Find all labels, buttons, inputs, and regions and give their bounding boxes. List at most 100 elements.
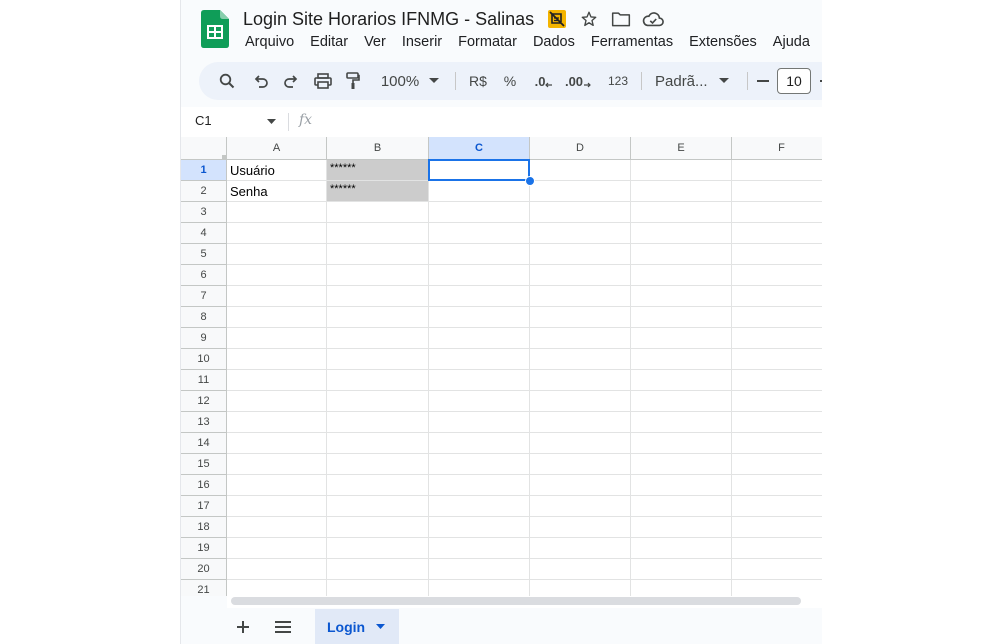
increase-font-size-button[interactable] — [815, 62, 822, 100]
cell-b16[interactable] — [327, 475, 429, 496]
cell-d13[interactable] — [530, 412, 631, 433]
cell-e11[interactable] — [631, 370, 732, 391]
cell-b3[interactable] — [327, 202, 429, 223]
cell-e3[interactable] — [631, 202, 732, 223]
cell-e13[interactable] — [631, 412, 732, 433]
cell-b13[interactable] — [327, 412, 429, 433]
cell-e19[interactable] — [631, 538, 732, 559]
cell-d8[interactable] — [530, 307, 631, 328]
search-menus-icon[interactable] — [213, 62, 241, 100]
cell-b14[interactable] — [327, 433, 429, 454]
row-header-14[interactable]: 14 — [181, 433, 227, 454]
sheet-tab-login[interactable]: Login — [315, 609, 399, 644]
menu-ver[interactable]: Ver — [356, 32, 394, 52]
cell-b10[interactable] — [327, 349, 429, 370]
menu-inserir[interactable]: Inserir — [394, 32, 450, 52]
cell-d10[interactable] — [530, 349, 631, 370]
row-header-2[interactable]: 2 — [181, 181, 227, 202]
row-header-5[interactable]: 5 — [181, 244, 227, 265]
cell-f9[interactable] — [732, 328, 822, 349]
cell-a2[interactable]: Senha — [227, 181, 327, 202]
menu-dados[interactable]: Dados — [525, 32, 583, 52]
cell-f21[interactable] — [732, 580, 822, 596]
cell-e8[interactable] — [631, 307, 732, 328]
cell-d5[interactable] — [530, 244, 631, 265]
cell-d2[interactable] — [530, 181, 631, 202]
cell-e1[interactable] — [631, 160, 732, 181]
cell-f13[interactable] — [732, 412, 822, 433]
undo-icon[interactable] — [247, 62, 275, 100]
cell-f7[interactable] — [732, 286, 822, 307]
cell-c13[interactable] — [429, 412, 530, 433]
font-family-select[interactable]: Padrã... — [649, 62, 741, 100]
cell-b17[interactable] — [327, 496, 429, 517]
cell-a12[interactable] — [227, 391, 327, 412]
menu-editar[interactable]: Editar — [302, 32, 356, 52]
cell-a19[interactable] — [227, 538, 327, 559]
cell-e9[interactable] — [631, 328, 732, 349]
fill-handle[interactable] — [525, 176, 535, 186]
sheets-logo-icon[interactable] — [201, 10, 229, 48]
cell-d19[interactable] — [530, 538, 631, 559]
cell-c4[interactable] — [429, 223, 530, 244]
cell-f5[interactable] — [732, 244, 822, 265]
menu-ajuda[interactable]: Ajuda — [765, 32, 818, 52]
font-size-input[interactable]: 10 — [777, 68, 811, 94]
sheet-tab-caret-icon[interactable] — [376, 624, 386, 629]
cell-c17[interactable] — [429, 496, 530, 517]
paint-format-icon[interactable] — [339, 62, 367, 100]
cell-b12[interactable] — [327, 391, 429, 412]
cell-f1[interactable] — [732, 160, 822, 181]
cell-a6[interactable] — [227, 265, 327, 286]
cell-b7[interactable] — [327, 286, 429, 307]
row-header-4[interactable]: 4 — [181, 223, 227, 244]
decrease-decimal-button[interactable]: .0 — [529, 62, 559, 100]
cell-d12[interactable] — [530, 391, 631, 412]
cell-b18[interactable] — [327, 517, 429, 538]
menu-ferramentas[interactable]: Ferramentas — [583, 32, 681, 52]
column-header-e[interactable]: E — [631, 137, 732, 160]
column-header-c[interactable]: C — [429, 137, 530, 160]
cell-f18[interactable] — [732, 517, 822, 538]
cell-f20[interactable] — [732, 559, 822, 580]
name-box-caret-icon[interactable] — [267, 119, 276, 124]
menu-arquivo[interactable]: Arquivo — [237, 32, 302, 52]
cell-a8[interactable] — [227, 307, 327, 328]
column-header-f[interactable]: F — [732, 137, 822, 160]
cell-d6[interactable] — [530, 265, 631, 286]
cell-f19[interactable] — [732, 538, 822, 559]
cell-d16[interactable] — [530, 475, 631, 496]
cell-c20[interactable] — [429, 559, 530, 580]
cell-c14[interactable] — [429, 433, 530, 454]
name-box[interactable]: C1 — [195, 113, 212, 128]
cell-e16[interactable] — [631, 475, 732, 496]
cell-c15[interactable] — [429, 454, 530, 475]
column-header-a[interactable]: A — [227, 137, 327, 160]
add-sheet-icon[interactable] — [231, 615, 255, 639]
folder-icon[interactable] — [607, 8, 635, 30]
cell-a9[interactable] — [227, 328, 327, 349]
cell-a16[interactable] — [227, 475, 327, 496]
cell-d4[interactable] — [530, 223, 631, 244]
cell-a4[interactable] — [227, 223, 327, 244]
row-header-12[interactable]: 12 — [181, 391, 227, 412]
cell-e6[interactable] — [631, 265, 732, 286]
cell-a18[interactable] — [227, 517, 327, 538]
cell-e21[interactable] — [631, 580, 732, 596]
cell-b2[interactable]: ****** — [327, 181, 429, 202]
row-header-6[interactable]: 6 — [181, 265, 227, 286]
row-header-8[interactable]: 8 — [181, 307, 227, 328]
cell-f10[interactable] — [732, 349, 822, 370]
cell-d1[interactable] — [530, 160, 631, 181]
print-icon[interactable] — [309, 62, 337, 100]
cell-c5[interactable] — [429, 244, 530, 265]
cell-d17[interactable] — [530, 496, 631, 517]
cell-f3[interactable] — [732, 202, 822, 223]
cell-a10[interactable] — [227, 349, 327, 370]
cell-d9[interactable] — [530, 328, 631, 349]
cell-d14[interactable] — [530, 433, 631, 454]
cell-e2[interactable] — [631, 181, 732, 202]
cell-c21[interactable] — [429, 580, 530, 596]
cell-f11[interactable] — [732, 370, 822, 391]
row-header-10[interactable]: 10 — [181, 349, 227, 370]
